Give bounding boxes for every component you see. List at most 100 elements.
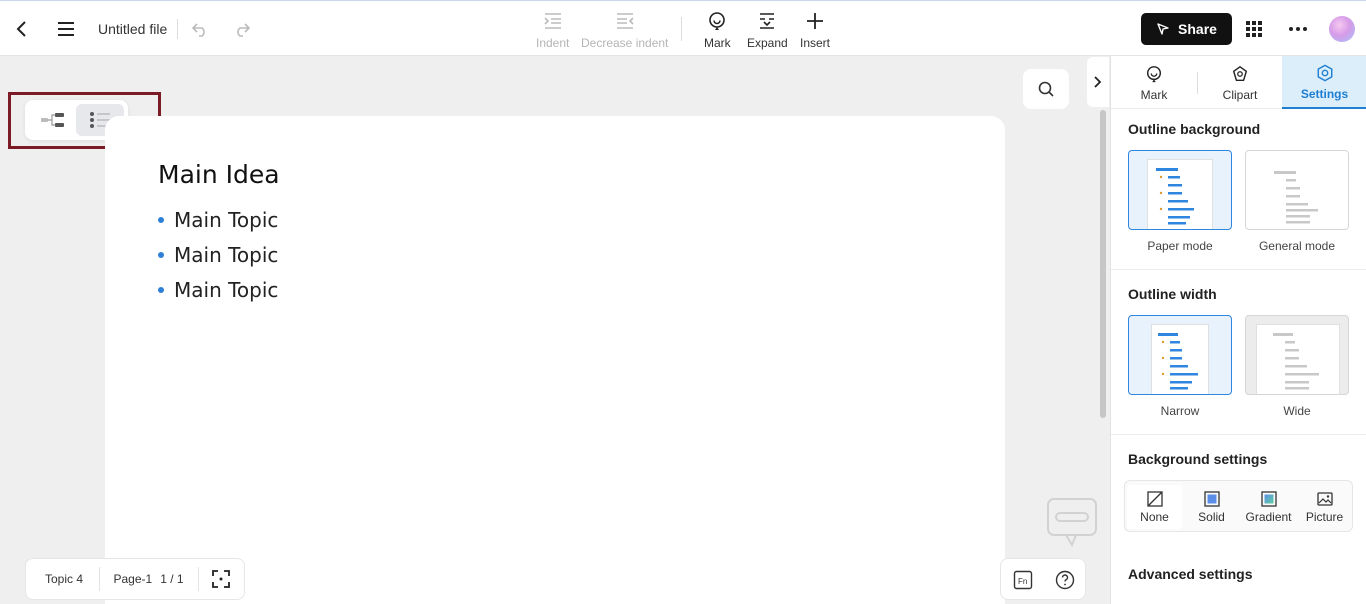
expand-label: Expand [747,36,788,50]
page-indicator[interactable]: Page-1 1 / 1 [99,559,197,599]
topic-label: Main Topic [174,243,279,267]
section-title-background-settings: Background settings [1128,451,1268,467]
search-button[interactable] [1023,69,1069,109]
page-number: 1 / 1 [160,572,184,586]
picture-icon [1316,491,1333,506]
background-gradient-option[interactable]: Gradient [1241,485,1296,529]
clipart-icon [1231,64,1249,84]
wide-width-option[interactable] [1245,315,1349,395]
outline-preview [1151,324,1209,394]
plus-icon [805,9,825,33]
bottom-tools: Fn [1000,558,1086,600]
function-button[interactable]: Fn [1010,567,1036,593]
topic-label: Main Topic [174,278,279,302]
redo-button[interactable] [228,15,256,43]
paper-mode-label: Paper mode [1147,239,1213,253]
more-options-button[interactable] [1284,15,1312,43]
section-title-advanced-settings[interactable]: Advanced settings [1128,566,1252,582]
scrollbar[interactable] [1100,110,1106,418]
topic-item[interactable]: Main Topic [158,208,278,232]
solid-color-icon [1203,490,1220,507]
apps-button[interactable] [1240,15,1268,43]
decrease-indent-label: Decrease indent [581,36,669,50]
divider [681,17,682,41]
none-icon [1146,490,1163,507]
share-button[interactable]: Share [1141,13,1232,45]
insert-button[interactable]: Insert [800,9,830,50]
smiley-icon [1145,64,1163,84]
background-solid-option[interactable]: Solid [1184,485,1239,529]
chevron-left-icon [16,21,26,37]
file-title[interactable]: Untitled file [98,19,167,39]
hamburger-icon [58,22,74,36]
smiley-icon [707,9,727,33]
decrease-indent-icon [615,9,635,33]
topic-label: Main Topic [174,208,279,232]
bullet-icon [158,287,164,293]
avatar[interactable] [1329,16,1355,42]
tab-label: Settings [1300,86,1349,101]
section-title-outline-width: Outline width [1128,286,1217,302]
bullet-icon [158,252,164,258]
collapse-panel-button[interactable] [1087,57,1109,107]
outline-preview [1274,171,1318,224]
mindmap-icon [41,113,64,127]
indent-button[interactable]: Indent [536,9,569,50]
ellipsis-icon [1289,27,1307,31]
mark-button[interactable]: Mark [704,9,731,50]
expand-icon [757,9,777,33]
indent-icon [543,9,563,33]
divider [177,19,178,39]
bullet-icon [158,217,164,223]
indent-label: Indent [536,36,570,50]
background-picture-option[interactable]: Picture [1297,485,1352,529]
help-button[interactable] [1052,567,1078,593]
search-icon [1038,81,1054,97]
divider [1111,434,1366,435]
general-mode-option[interactable] [1245,150,1349,230]
divider [1111,269,1366,270]
expand-button[interactable]: Expand [747,9,788,50]
watermark-icon [1047,498,1097,547]
main-idea[interactable]: Main Idea [158,160,280,189]
topic-count: Topic 4 [45,572,84,586]
topic-item[interactable]: Main Topic [158,278,278,302]
status-bar: Topic 4 Page-1 1 / 1 [25,558,245,600]
outline-preview [1147,159,1213,229]
redo-icon [237,23,251,37]
outline-canvas: Main Idea Main Topic Main Topic Main Top… [105,116,1005,604]
section-title-outline-background: Outline background [1128,121,1261,137]
share-label: Share [1178,21,1217,37]
narrow-width-option[interactable] [1128,315,1232,395]
tab-clipart[interactable]: Clipart [1197,56,1283,109]
mark-label: Mark [704,36,731,50]
tab-settings[interactable]: Settings [1282,56,1366,109]
undo-button[interactable] [186,15,214,43]
top-toolbar: Untitled file Indent Decrease indent Mar… [0,0,1366,56]
chevron-right-icon [1094,76,1102,88]
fullscreen-button[interactable] [198,559,244,599]
settings-icon [1316,63,1334,83]
function-key-icon: Fn [1013,570,1033,590]
background-none-option[interactable]: None [1127,485,1182,529]
background-option-label: None [1140,509,1169,524]
tab-mark[interactable]: Mark [1111,56,1197,109]
paper-mode-option[interactable] [1128,150,1232,230]
send-icon [1157,23,1169,35]
settings-panel: Mark Clipart Settings Outline background [1110,56,1366,604]
background-options: None Solid Gradient Picture [1124,480,1353,532]
insert-label: Insert [800,36,831,50]
tab-label: Clipart [1222,87,1258,102]
narrow-label: Narrow [1160,404,1200,418]
background-option-label: Gradient [1245,509,1292,524]
mindmap-view-button[interactable] [29,104,77,136]
background-option-label: Picture [1305,509,1344,524]
decrease-indent-button[interactable]: Decrease indent [581,9,668,50]
gradient-icon [1260,490,1277,507]
menu-button[interactable] [52,15,80,43]
help-icon [1055,570,1075,590]
back-button[interactable] [8,15,36,43]
wide-label: Wide [1283,404,1311,418]
background-option-label: Solid [1198,509,1225,524]
topic-item[interactable]: Main Topic [158,243,278,267]
